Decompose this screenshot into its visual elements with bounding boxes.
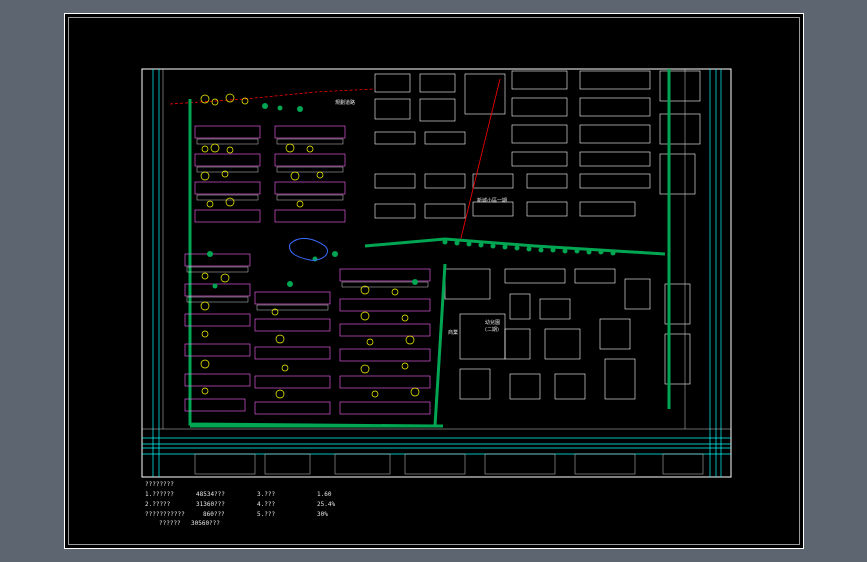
southeast-buildings: [444, 268, 691, 400]
site-plan-drawing: 規劃道路 新城小區一期 幼兒園 (二期) 商業: [141, 68, 732, 478]
stats-row-2-c3: 4.???: [257, 501, 276, 508]
stats-row-1-c3: 3.???: [257, 491, 276, 498]
stats-row-3-c2: 860???: [203, 511, 225, 518]
stats-row-4-c2: 30560???: [191, 520, 220, 527]
drawing-canvas[interactable]: 規劃道路 新城小區一期 幼兒園 (二期) 商業 ???????? 1.?????…: [64, 13, 804, 549]
residential-blocks: [184, 125, 431, 415]
water-feature: [289, 237, 328, 261]
plan-border: [141, 68, 732, 478]
stats-table-header: ????????: [145, 481, 174, 488]
stats-row-1-c2: 48534???: [196, 491, 225, 498]
stats-row-2-c4: 25.4%: [317, 501, 336, 508]
stats-row-2-c2: 31360???: [196, 501, 225, 508]
school-area-label: 新城小區一期: [477, 197, 507, 204]
stats-row-3-c4: 30%: [317, 511, 328, 518]
kindergarten-sub-label: (二期): [485, 327, 499, 333]
north-road-label: 規劃道路: [335, 99, 355, 106]
stats-row-2-c1: 2.?????: [145, 501, 171, 508]
existing-buildings: [374, 70, 701, 219]
kindergarten-label: 幼兒園: [485, 319, 500, 326]
property-line: [459, 78, 501, 243]
roads: [142, 69, 731, 477]
shrub-dots: [207, 103, 418, 289]
perimeter-landscape: [188, 69, 671, 428]
tree-dots: [442, 239, 616, 256]
stats-row-1-c4: 1.60: [317, 491, 332, 498]
landscape-clusters: [200, 93, 420, 399]
commercial-label: 商業: [448, 329, 458, 336]
boundary-line: [169, 88, 376, 105]
stats-row-1-c1: 1.??????: [145, 491, 174, 498]
stats-row-3-c3: 5.???: [257, 511, 276, 518]
stats-row-3-c1: ???????????: [145, 511, 185, 518]
stats-row-4-c1: ??????: [159, 520, 181, 527]
